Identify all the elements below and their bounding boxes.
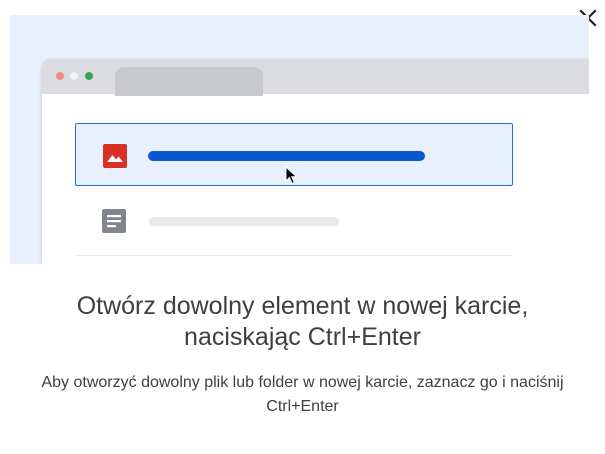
illustration: [10, 15, 589, 264]
mouse-pointer-icon: [285, 166, 298, 185]
file-row: [75, 194, 513, 254]
browser-tab: [115, 67, 263, 96]
window-maximize-dot: [85, 72, 93, 80]
document-file-icon: [102, 209, 126, 233]
dialog-title: Otwórz dowolny element w nowej karcie, n…: [76, 292, 529, 351]
browser-window-illustration: [42, 59, 589, 264]
window-close-dot: [56, 72, 64, 80]
row-divider: [75, 255, 513, 256]
image-file-icon: [103, 144, 127, 168]
selected-file-name-placeholder: [148, 151, 425, 161]
dialog-description: Aby otworzyć dowolny plik lub folder w n…: [41, 374, 564, 415]
shortcut-tip-dialog: Otwórz dowolny element w nowej karcie, n…: [0, 0, 605, 454]
window-minimize-dot: [70, 72, 78, 80]
file-name-placeholder: [149, 217, 339, 226]
browser-title-bar: [42, 59, 589, 96]
